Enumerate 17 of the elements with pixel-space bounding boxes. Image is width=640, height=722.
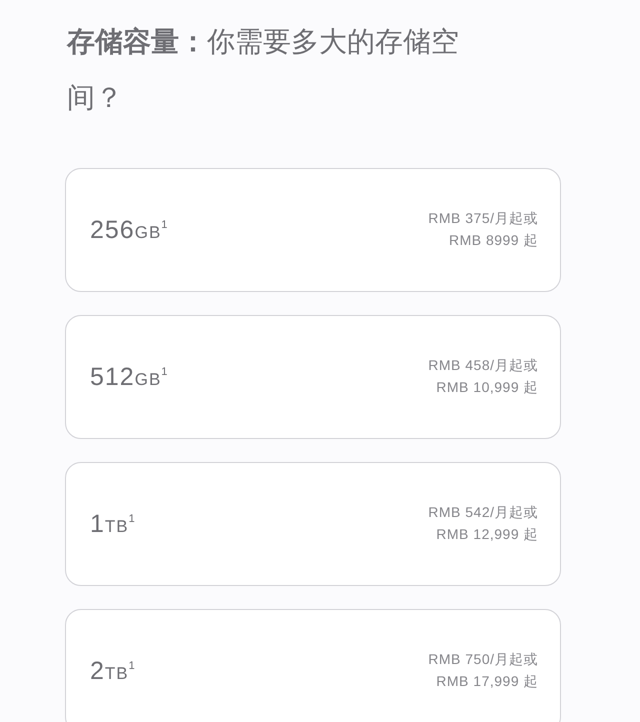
storage-option-card[interactable]: 512GB$^{1}$ RMB 458/月起或 RMB 10,999 起 [65,315,561,439]
monthly-price: RMB 542/月起或 [428,504,538,522]
full-price: RMB 17,999 起 [436,673,538,691]
full-price: RMB 12,999 起 [436,526,538,544]
storage-option-card[interactable]: 1TB$^{1}$ RMB 542/月起或 RMB 12,999 起 [65,462,561,586]
capacity-label: 512GB$^{1}$ [90,362,168,392]
monthly-price: RMB 458/月起或 [428,357,538,375]
monthly-price: RMB 750/月起或 [428,651,538,669]
storage-option-card[interactable]: 256GB$^{1}$ RMB 375/月起或 RMB 8999 起 [65,168,561,292]
capacity-label: 1TB$^{1}$ [90,510,136,538]
capacity-label: 2TB$^{1}$ [90,656,136,686]
section-heading: 存储容量：你需要多大的存储空间？ [67,24,460,116]
full-price: RMB 8999 起 [448,232,538,250]
monthly-price: RMB 375/月起或 [428,210,538,228]
capacity-label: 256GB$^{1}$ [90,216,168,244]
storage-option-card[interactable]: 2TB$^{1}$ RMB 750/月起或 RMB 17,999 起 [65,609,561,722]
full-price: RMB 10,999 起 [436,379,538,397]
